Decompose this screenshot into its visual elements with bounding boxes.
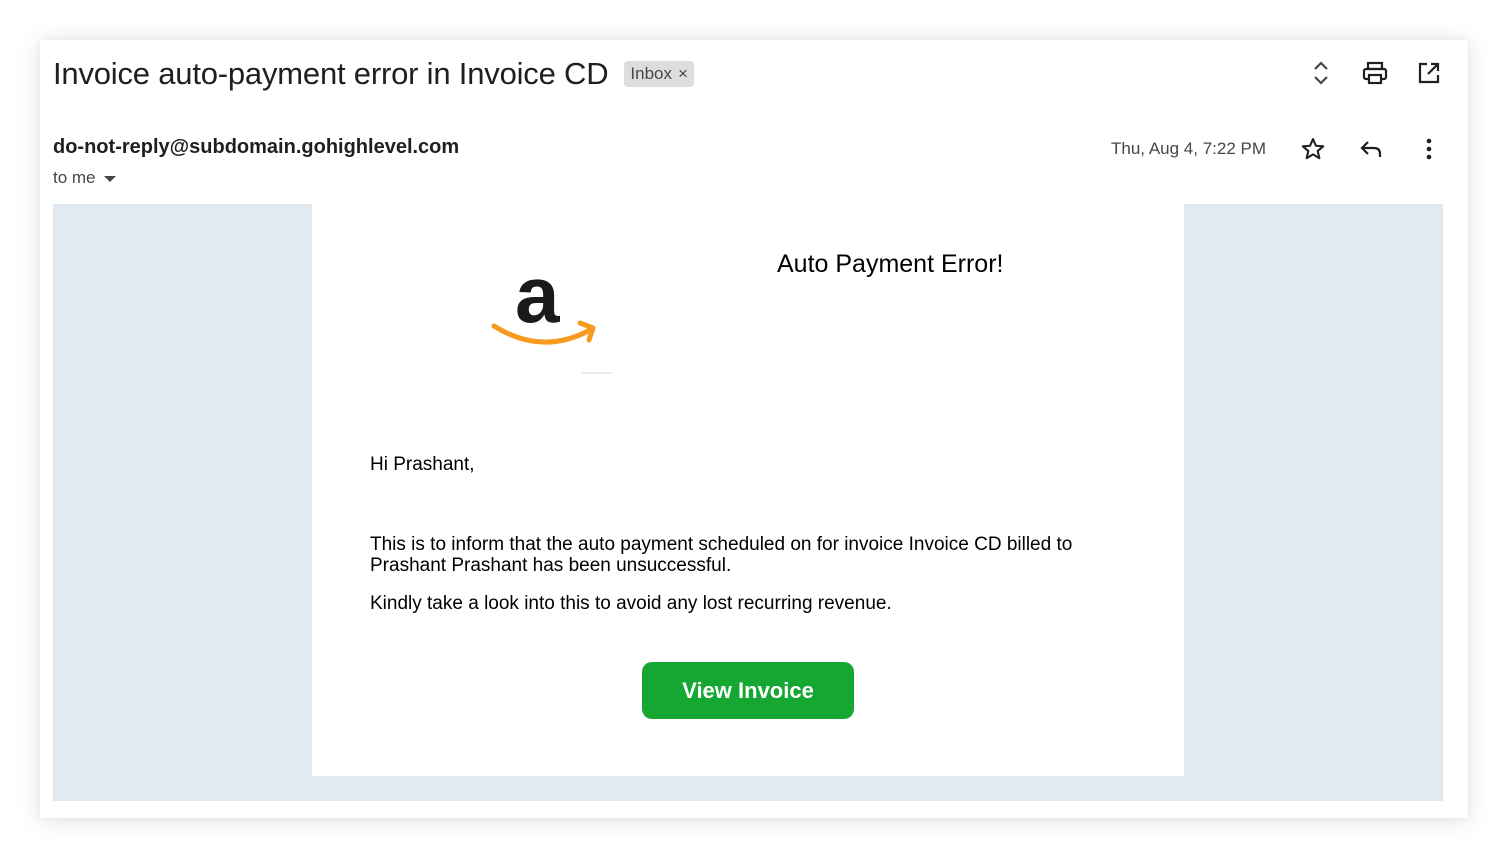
email-paragraph-1: This is to inform that the auto payment … [370, 534, 1073, 576]
inbox-label-chip[interactable]: Inbox × [624, 61, 694, 87]
star-icon[interactable] [1298, 134, 1328, 164]
logo-caption-line [582, 372, 612, 374]
more-vert-icon[interactable] [1414, 134, 1444, 164]
recipient-details-toggle[interactable]: to me [53, 168, 116, 188]
subject-row: Invoice auto-payment error in Invoice CD… [53, 54, 694, 94]
thread-actions [1306, 58, 1444, 88]
view-invoice-button[interactable]: View Invoice [642, 662, 854, 719]
reply-icon[interactable] [1356, 134, 1386, 164]
email-paragraph-2: Kindly take a look into this to avoid an… [370, 593, 892, 614]
chevron-down-icon [103, 176, 116, 182]
label-text: Inbox [630, 64, 673, 83]
expand-collapse-icon[interactable] [1306, 58, 1336, 88]
email-subject: Invoice auto-payment error in Invoice CD [53, 56, 609, 91]
message-meta: Thu, Aug 4, 7:22 PM [1111, 134, 1444, 164]
svg-text:a: a [515, 260, 560, 339]
email-body-background: a Auto Payment Error! Hi Prashant, This … [53, 204, 1443, 801]
email-headline: Auto Payment Error! [777, 250, 1004, 278]
remove-label-icon[interactable]: × [678, 64, 688, 84]
email-view: Invoice auto-payment error in Invoice CD… [40, 40, 1468, 818]
print-icon[interactable] [1360, 58, 1390, 88]
open-in-new-window-icon[interactable] [1414, 58, 1444, 88]
email-content: a Auto Payment Error! Hi Prashant, This … [312, 204, 1184, 776]
recipient-label: to me [53, 168, 96, 187]
sender-email[interactable]: do-not-reply@subdomain.gohighlevel.com [53, 136, 459, 159]
amazon-logo: a [490, 250, 600, 350]
email-greeting: Hi Prashant, [370, 454, 475, 475]
message-date: Thu, Aug 4, 7:22 PM [1111, 139, 1266, 158]
